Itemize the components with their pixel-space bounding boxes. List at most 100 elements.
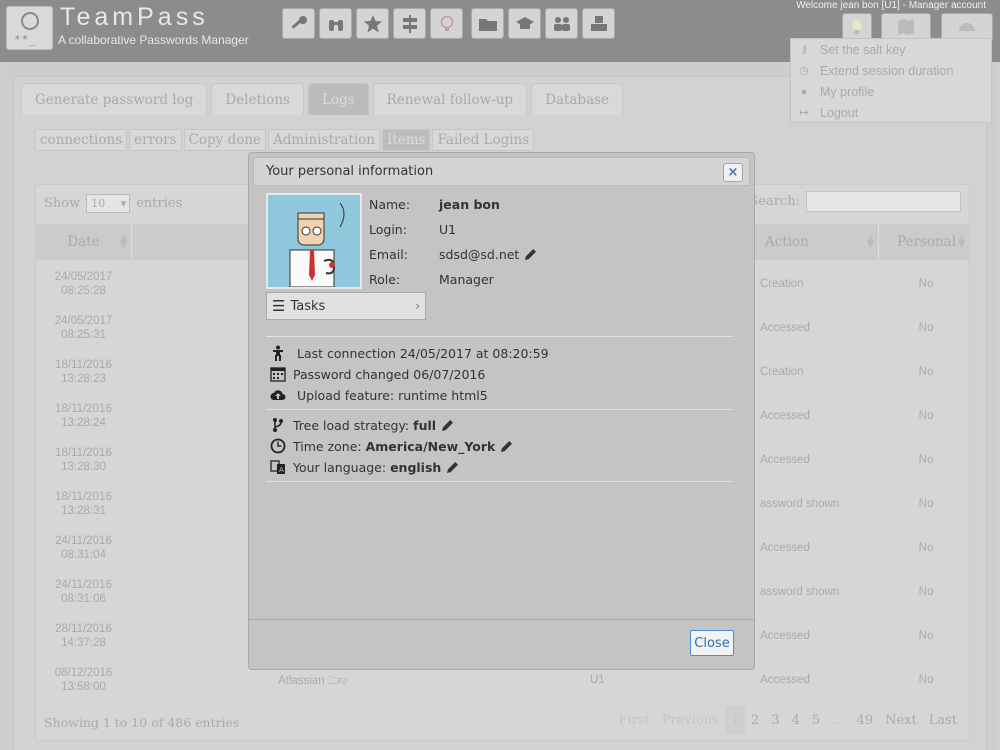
users-button[interactable] bbox=[545, 8, 578, 39]
row-datetime: 18/11/2016 13:28:31 bbox=[36, 490, 131, 518]
graduation-cap-icon bbox=[515, 16, 534, 29]
row-personal: No bbox=[918, 454, 934, 466]
map-button[interactable] bbox=[881, 13, 931, 41]
pager-last[interactable]: Last bbox=[923, 706, 963, 734]
edit-language-pencil-icon[interactable] bbox=[447, 461, 459, 473]
row-action: Creation bbox=[760, 366, 804, 378]
tasks-label: Tasks bbox=[290, 298, 326, 314]
app-logo[interactable]: **_ bbox=[6, 6, 53, 50]
search-input[interactable] bbox=[806, 191, 961, 212]
user-menu-button[interactable] bbox=[842, 13, 872, 41]
column-header-date[interactable]: Date ▲ ▼ bbox=[36, 224, 131, 260]
favourites-button[interactable] bbox=[356, 8, 389, 39]
profile-email-label: Email: bbox=[369, 246, 408, 262]
subtab-administration[interactable]: Administration bbox=[268, 129, 380, 151]
row-personal: No bbox=[918, 410, 934, 422]
suggestions-button[interactable] bbox=[430, 8, 463, 39]
tab-generate-password-log[interactable]: Generate password log bbox=[21, 83, 208, 115]
pager-first[interactable]: First bbox=[612, 706, 655, 734]
pager-next[interactable]: Next bbox=[879, 706, 923, 734]
admin-button[interactable] bbox=[393, 8, 426, 39]
avatar[interactable] bbox=[266, 193, 362, 289]
language-value: english bbox=[390, 459, 442, 475]
row-personal: No bbox=[918, 498, 934, 510]
pager-page-1[interactable]: 1 bbox=[724, 706, 746, 734]
lightbulb-icon bbox=[440, 15, 453, 31]
pager-previous[interactable]: Previous bbox=[656, 706, 725, 734]
row-datetime: 18/11/2016 13:28:23 bbox=[36, 358, 131, 386]
timezone-row: Time zone: America/New_York bbox=[269, 436, 513, 456]
edit-email-pencil-icon[interactable] bbox=[525, 248, 537, 260]
subtab-errors[interactable]: errors bbox=[129, 129, 182, 151]
row-time: 08:31:06 bbox=[61, 593, 106, 605]
menu-item-logout[interactable]: ↦ Logout bbox=[791, 102, 991, 123]
svg-text:A: A bbox=[279, 466, 284, 474]
row-time: 08:25:28 bbox=[61, 285, 106, 297]
row-time: 13:58:00 bbox=[61, 681, 106, 693]
items-button[interactable] bbox=[282, 8, 315, 39]
language-label: Your language: bbox=[293, 459, 387, 475]
calendar-icon bbox=[269, 365, 287, 383]
pager-page-2[interactable]: 2 bbox=[745, 706, 765, 734]
subtab-items[interactable]: Items bbox=[381, 129, 431, 151]
show-entries-control: Show 10 ▾ entries bbox=[44, 194, 182, 213]
entries-label: entries bbox=[136, 196, 183, 211]
entries-select[interactable]: 10 ▾ bbox=[86, 194, 131, 213]
views-button[interactable] bbox=[582, 8, 615, 39]
pager-page-49[interactable]: 49 bbox=[851, 706, 880, 734]
dialog-footer: Close bbox=[249, 619, 754, 669]
pager-page-3[interactable]: 3 bbox=[765, 706, 785, 734]
row-date: 18/11/2016 bbox=[55, 491, 112, 503]
close-button[interactable]: Close bbox=[690, 630, 734, 656]
profile-email-value: sdsd@sd.net bbox=[439, 246, 520, 262]
person-icon bbox=[269, 344, 287, 362]
menu-item-my-profile[interactable]: ● My profile bbox=[791, 81, 991, 102]
dashboard-button[interactable] bbox=[941, 13, 993, 41]
row-datetime: 24/05/2017 08:25:28 bbox=[36, 270, 131, 298]
tab-renewal-follow-up[interactable]: Renewal follow-up bbox=[372, 83, 528, 115]
pager-page-4[interactable]: 4 bbox=[786, 706, 806, 734]
row-time: 13:28:24 bbox=[61, 417, 106, 429]
folders-button[interactable] bbox=[471, 8, 504, 39]
tab-database[interactable]: Database bbox=[531, 83, 624, 115]
subtab-connections[interactable]: connections bbox=[35, 129, 128, 151]
dialog-titlebar[interactable]: Your personal information × bbox=[253, 157, 750, 186]
timezone-label: Time zone: bbox=[293, 438, 362, 454]
tab-logs[interactable]: Logs bbox=[308, 83, 369, 115]
roles-button[interactable] bbox=[508, 8, 541, 39]
tab-deletions[interactable]: Deletions bbox=[211, 83, 304, 115]
edit-timezone-pencil-icon[interactable] bbox=[501, 440, 513, 452]
row-action: assword shown bbox=[760, 586, 840, 598]
password-stars-icon: **_ bbox=[14, 33, 37, 46]
lightbulb-icon bbox=[852, 20, 862, 34]
menu-item-extend-session[interactable]: ◷ Extend session duration bbox=[791, 60, 991, 81]
column-header-personal[interactable]: Personal ▲ ▼ bbox=[878, 224, 969, 260]
row-date: 24/05/2017 bbox=[54, 271, 113, 283]
menu-item-set-salt-key[interactable]: ⚷ Set the salt key bbox=[791, 39, 991, 60]
subtab-copy-done[interactable]: Copy done bbox=[183, 129, 267, 151]
user-dropdown-menu: ⚷ Set the salt key ◷ Extend session dura… bbox=[790, 38, 992, 123]
column-action-label: Action bbox=[765, 234, 809, 250]
pagination: First Previous 1 2 3 4 5 ... 49 Next Las… bbox=[612, 706, 963, 734]
dialog-close-icon[interactable]: × bbox=[723, 163, 743, 182]
find-button[interactable] bbox=[319, 8, 352, 39]
sort-icon: ▲ ▼ bbox=[958, 234, 965, 250]
row-date: 08/12/2016 bbox=[54, 667, 113, 679]
show-label: Show bbox=[44, 196, 81, 211]
row-personal: No bbox=[918, 278, 934, 290]
app-title: TeamPass bbox=[60, 3, 209, 31]
profile-role-row: Role: Manager bbox=[369, 269, 494, 289]
row-date: 18/11/2016 bbox=[55, 403, 112, 415]
clock-icon bbox=[269, 437, 287, 455]
row-datetime: 24/11/2016 08:31:06 bbox=[36, 578, 131, 606]
pager-page-5[interactable]: 5 bbox=[806, 706, 826, 734]
binoculars-icon bbox=[328, 19, 343, 31]
subtab-failed-logins[interactable]: Failed Logins bbox=[432, 129, 535, 151]
tasks-button[interactable]: ☰ Tasks › bbox=[266, 292, 426, 320]
lock-icon bbox=[21, 12, 39, 30]
column-header-action[interactable]: Action ▲ ▼ bbox=[750, 224, 878, 260]
row-time: 08:25:31 bbox=[61, 329, 106, 341]
code-fork-icon bbox=[269, 416, 287, 434]
menu-item-label: Set the salt key bbox=[820, 42, 906, 57]
edit-tree-load-pencil-icon[interactable] bbox=[442, 419, 454, 431]
